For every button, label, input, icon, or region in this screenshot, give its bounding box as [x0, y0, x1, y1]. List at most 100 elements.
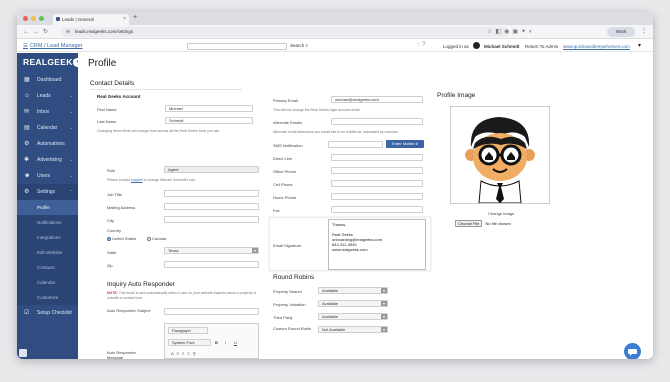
browser-menu-icon[interactable]: ⋮ [641, 27, 647, 34]
browser-tab[interactable]: Leads | General × [53, 14, 129, 25]
settings-icon: ⚙ [24, 189, 30, 195]
rr-third-party-select[interactable]: Available ▾ [318, 313, 388, 320]
sidebar-subitem-notifications[interactable]: Notifications [17, 215, 78, 230]
sidebar-item-leads[interactable]: ☺ Leads ⌄ [17, 88, 78, 104]
chat-icon[interactable] [624, 343, 641, 359]
zip-field[interactable] [164, 261, 259, 268]
extension-icon[interactable]: ◧ [495, 29, 504, 35]
crm-link[interactable]: ☰ CRM / Lead Manager [23, 43, 83, 49]
sidebar-subitem-profile[interactable]: Profile [17, 200, 78, 215]
fax-field[interactable] [331, 206, 423, 213]
sidebar-subitem-integrations[interactable]: Integrations [17, 230, 78, 245]
zip-label: Zip [107, 263, 113, 268]
sidebar-item-settings[interactable]: ⚙ Settings ⌃ [17, 184, 78, 200]
close-window-button[interactable] [23, 16, 28, 21]
sidebar-item-automations[interactable]: ⚙ Automations [17, 136, 78, 152]
sidebar-item-label: Automations [37, 141, 65, 147]
tab-favicon-icon [56, 17, 60, 21]
inquiry-heading: Inquiry Auto Responder [107, 281, 175, 288]
state-select[interactable]: Texas ▾ [164, 247, 259, 254]
forward-icon[interactable]: → [33, 29, 43, 35]
inquiry-note-label: NOTE: [107, 291, 118, 295]
return-admin-link[interactable]: Return To Admin [525, 44, 558, 49]
new-tab-icon[interactable]: + [133, 14, 137, 21]
minimize-window-button[interactable] [31, 16, 36, 21]
divider [90, 89, 242, 90]
profile-icon[interactable]: ◐ [529, 29, 536, 35]
nav-buttons: ←→↻ [23, 28, 52, 35]
choose-file-button[interactable]: Choose File [455, 220, 483, 227]
sidebar-subitem-calendar[interactable]: Calendar [17, 275, 78, 290]
brand-text: REALGEEKS [23, 57, 79, 67]
primary-email-field[interactable]: michael@realgeeks.com [331, 96, 423, 103]
sidebar-item-setup-checklist[interactable]: ☑ Setup Checklist [17, 305, 78, 321]
app-header: ☰ CRM / Lead Manager Search ⌕ ◌ ? Logged … [17, 40, 653, 52]
chevron-down-icon: ⌄ [69, 93, 73, 98]
help-icon[interactable]: ? [422, 42, 425, 48]
website-link[interactable]: www.quicksandtempehomes.com [563, 44, 630, 49]
support-link[interactable]: support [131, 178, 143, 182]
rr-value: Available [322, 314, 339, 319]
notifications-icon[interactable]: ◌ [417, 42, 421, 48]
job-title-field[interactable] [164, 190, 259, 197]
enter-mobile-button[interactable]: Enter Mobile # [386, 140, 424, 148]
sidebar-item-inbox[interactable]: ✉ Inbox ⌄ [17, 104, 78, 120]
rr-label: Property Valuation [273, 302, 306, 307]
sidebar-subitem-customize[interactable]: Customize [17, 290, 78, 305]
sidebar-subitem-edit-website[interactable]: Edit Website [17, 245, 78, 260]
search-button[interactable]: Search ⌕ [290, 43, 308, 48]
file-picker[interactable]: Choose File No file chosen [455, 220, 511, 227]
sms-field[interactable] [328, 141, 383, 148]
ar-subject-field[interactable] [164, 308, 259, 315]
radio-us[interactable] [107, 236, 111, 241]
font-select[interactable]: System Font [168, 339, 211, 346]
rr-property-valuation-select[interactable]: Available ▾ [318, 300, 388, 307]
sidebar-subitem-contacts[interactable]: Contacts [17, 260, 78, 275]
close-tab-icon[interactable]: × [123, 14, 126, 25]
cell-phone-field[interactable] [331, 180, 423, 187]
bold-button[interactable]: B [215, 340, 218, 345]
sidebar-footer-icon[interactable] [19, 349, 27, 357]
puzzle-icon[interactable]: ✦ [521, 29, 529, 35]
primary-email-note: This will not change the Real Geeks logi… [273, 108, 361, 112]
sidebar-item-advertising[interactable]: ✱ Advertising ⌄ [17, 152, 78, 168]
mailing-address-label: Mailing Address [107, 205, 136, 210]
office-phone-field[interactable] [331, 167, 423, 174]
address-bar[interactable]: ⊜ leads.realgeeks.com/settings [61, 27, 509, 37]
first-name-field[interactable]: Michael [165, 105, 253, 112]
alt-emails-field[interactable] [331, 118, 423, 125]
underline-button[interactable]: U [234, 340, 237, 345]
leads-icon: ☺ [24, 93, 31, 99]
user-name[interactable]: Michael Schmidt [484, 44, 520, 49]
user-avatar[interactable] [473, 42, 480, 49]
chevron-down-icon[interactable]: ▾ [638, 42, 641, 49]
country-ca-option[interactable]: Canada [147, 236, 166, 241]
country-us-option[interactable]: United States [107, 236, 136, 241]
last-name-field[interactable]: Schmidt [165, 117, 253, 124]
brand-logo[interactable]: REALGEEKS ‹ [17, 53, 82, 72]
mailing-address-field[interactable] [164, 203, 259, 210]
maximize-window-button[interactable] [39, 16, 44, 21]
extension-icon[interactable]: ▣ [512, 29, 521, 35]
profile-work-button[interactable]: Work [607, 27, 635, 37]
format-select[interactable]: Paragraph [168, 327, 208, 334]
radio-ca[interactable] [147, 236, 151, 241]
back-icon[interactable]: ← [23, 29, 33, 35]
advertising-icon: ✱ [24, 157, 30, 163]
sidebar-item-dashboard[interactable]: ▦ Dashboard [17, 72, 78, 88]
rr-custom-select[interactable]: Not Available ▾ [318, 326, 388, 333]
search-input[interactable] [187, 43, 287, 50]
reload-icon[interactable]: ↻ [43, 29, 52, 35]
role-label: Role [107, 168, 116, 173]
sidebar-item-calendar[interactable]: ▤ Calendar ⌄ [17, 120, 78, 136]
direct-line-label: Direct Line [273, 156, 293, 161]
city-field[interactable] [164, 216, 259, 223]
site-info-icon[interactable]: ⊜ [66, 27, 70, 37]
home-phone-field[interactable] [331, 193, 423, 200]
direct-line-field[interactable] [331, 154, 423, 161]
italic-button[interactable]: I [225, 340, 226, 345]
sidebar-item-users[interactable]: ☻ Users ⌄ [17, 168, 78, 184]
email-signature-field[interactable]: Thanks, Real Geeks onboarding@realgeeks.… [328, 219, 426, 270]
link-icon[interactable]: ⚲ [193, 351, 199, 356]
rr-property-search-select[interactable]: Available ▾ [318, 287, 388, 294]
